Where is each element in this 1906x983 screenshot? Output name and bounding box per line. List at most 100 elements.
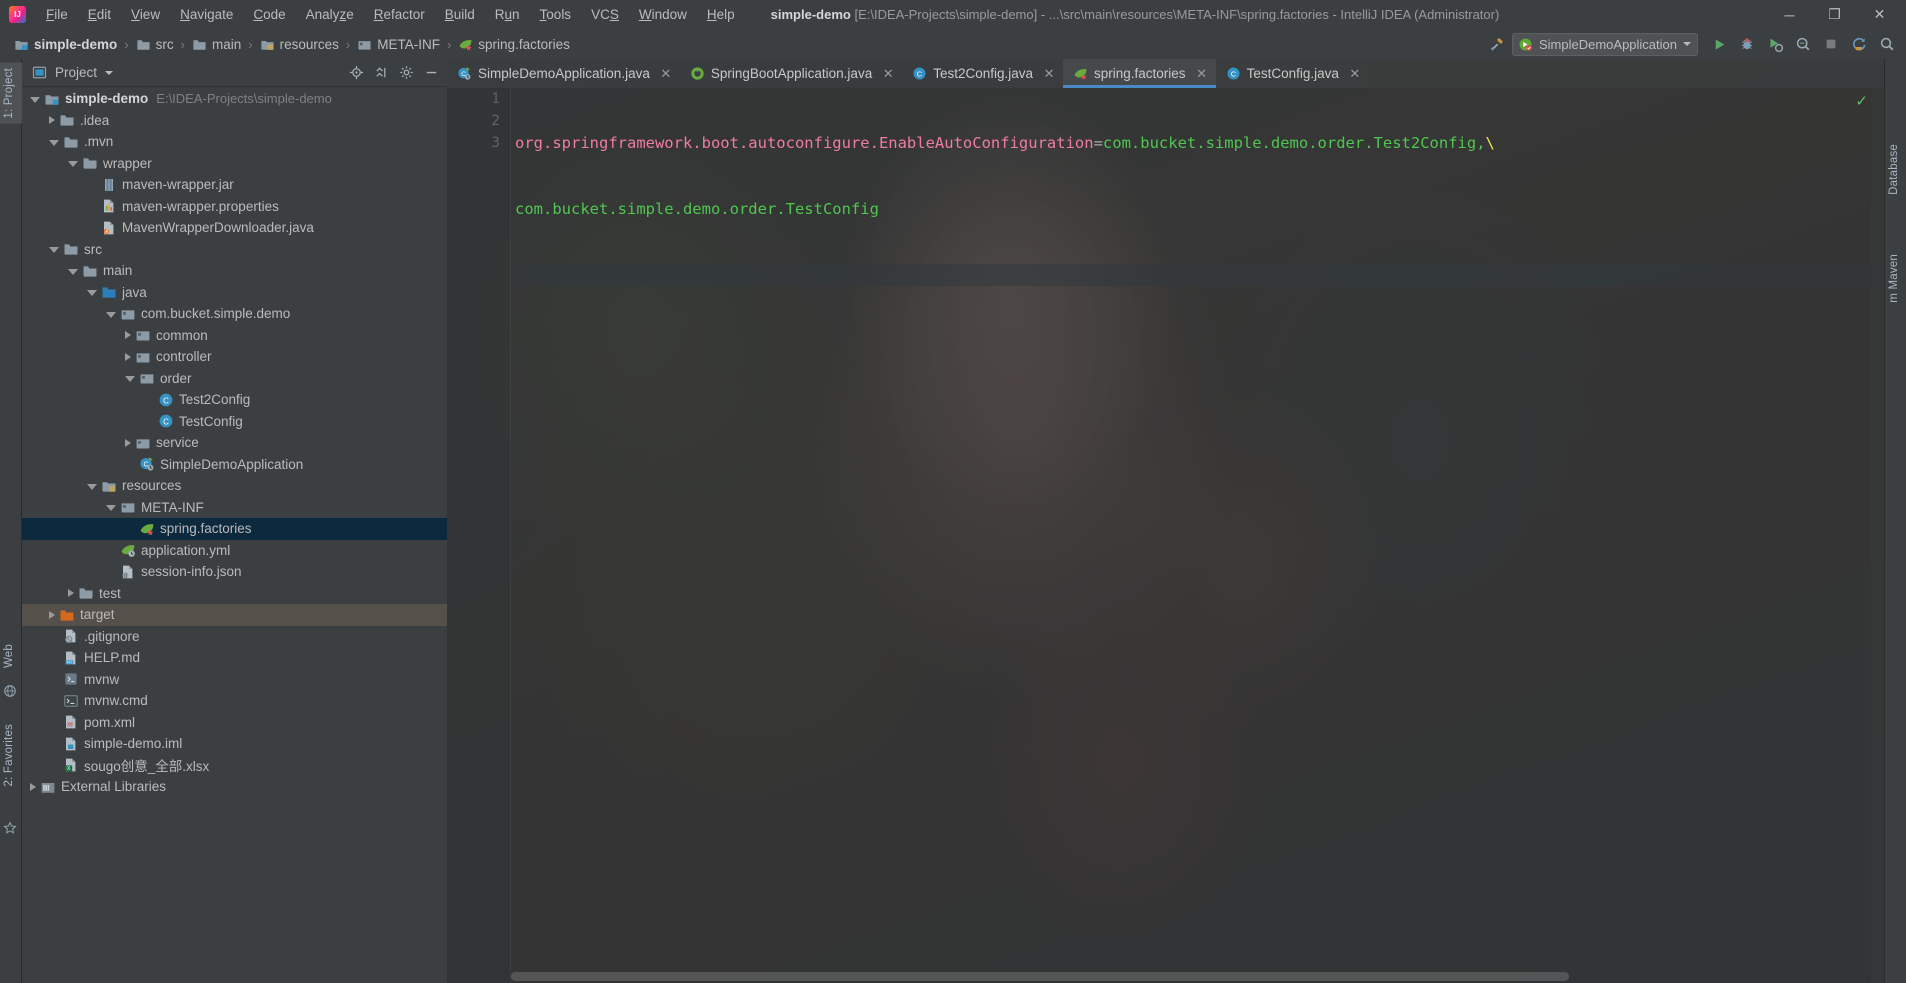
hide-panel-icon[interactable]: [420, 62, 442, 84]
tree-row-sougo------xlsx[interactable]: Xsougo创意_全部.xlsx: [22, 755, 447, 777]
chevron-down-icon[interactable]: [49, 247, 59, 254]
breadcrumb-item-meta-inf[interactable]: META-INF: [353, 35, 444, 54]
menu-item-code[interactable]: Code: [243, 3, 295, 26]
menu-item-edit[interactable]: Edit: [78, 3, 121, 26]
chevron-down-icon[interactable]: [87, 290, 97, 297]
tree-row-simple-demo[interactable]: simple-demo E:\IDEA-Projects\simple-demo: [22, 88, 447, 110]
editor-tab-test2config-java[interactable]: C Test2Config.java ✕: [902, 59, 1064, 88]
sidebar-tab-database[interactable]: Database: [1885, 139, 1906, 200]
editor-tab-springbootapplication-java[interactable]: SpringBootApplication.java ✕: [679, 59, 903, 88]
chevron-down-icon[interactable]: [125, 376, 135, 383]
editor-tab-testconfig-java[interactable]: C TestConfig.java ✕: [1215, 59, 1369, 88]
tree-row-test2config[interactable]: C Test2Config: [22, 389, 447, 411]
editor-code-content[interactable]: org.springframework.boot.autoconfigure.E…: [511, 88, 1884, 983]
menu-item-tools[interactable]: Tools: [530, 3, 582, 26]
tree-row-help-md[interactable]: Md HELP.md: [22, 647, 447, 669]
breadcrumb-item-simple-demo[interactable]: simple-demo: [10, 35, 121, 54]
locate-icon[interactable]: [345, 62, 367, 84]
tree-row--gitignore[interactable]: .gitignore: [22, 626, 447, 648]
profiler-icon[interactable]: [1790, 32, 1816, 56]
chevron-right-icon[interactable]: [49, 116, 55, 125]
minimize-button[interactable]: ─: [1767, 0, 1812, 29]
chevron-down-icon[interactable]: [68, 268, 78, 275]
tab-close-icon[interactable]: ✕: [660, 66, 672, 82]
tree-row-target[interactable]: target: [22, 604, 447, 626]
tab-close-icon[interactable]: ✕: [882, 66, 894, 82]
tree-row-maven-wrapper-jar[interactable]: maven-wrapper.jar: [22, 174, 447, 196]
editor-marker-strip[interactable]: [1871, 88, 1884, 983]
menu-item-window[interactable]: Window: [629, 3, 697, 26]
menu-item-navigate[interactable]: Navigate: [170, 3, 243, 26]
menu-item-view[interactable]: View: [121, 3, 170, 26]
tree-row-service[interactable]: service: [22, 432, 447, 454]
tree-row-session-info-json[interactable]: {} session-info.json: [22, 561, 447, 583]
chevron-right-icon[interactable]: [125, 438, 131, 447]
menu-item-run[interactable]: Run: [485, 3, 530, 26]
tab-close-icon[interactable]: ✕: [1196, 66, 1208, 82]
chevron-right-icon[interactable]: [30, 782, 36, 791]
sidebar-tab-favorites[interactable]: 2: Favorites: [0, 719, 22, 791]
close-button[interactable]: ✕: [1857, 0, 1902, 29]
tree-row-src[interactable]: src: [22, 239, 447, 261]
tree-row-pom-xml[interactable]: m pom.xml: [22, 712, 447, 734]
chevron-down-icon[interactable]: [106, 505, 116, 512]
editor-gutter[interactable]: 1 2 3: [447, 88, 511, 983]
chevron-down-icon[interactable]: [106, 311, 116, 318]
editor-horizontal-scrollbar[interactable]: [511, 972, 1868, 981]
tree-row-order[interactable]: order: [22, 368, 447, 390]
update-project-icon[interactable]: [1846, 32, 1872, 56]
code-editor[interactable]: 1 2 3 org.springframework.boot.autoconfi…: [447, 88, 1884, 983]
menu-item-refactor[interactable]: Refactor: [364, 3, 435, 26]
tree-row-mavenwrapperdownloader-java[interactable]: MavenWrapperDownloader.java: [22, 217, 447, 239]
inspection-status-icon[interactable]: ✓: [1855, 92, 1868, 110]
editor-tab-spring-factories[interactable]: spring.factories ✕: [1063, 59, 1216, 88]
chevron-down-icon[interactable]: [105, 70, 114, 75]
menu-item-help[interactable]: Help: [697, 3, 745, 26]
breadcrumb-item-main[interactable]: main: [188, 35, 245, 54]
chevron-right-icon[interactable]: [49, 610, 55, 619]
chevron-down-icon[interactable]: [68, 161, 78, 168]
run-configuration-selector[interactable]: SimpleDemoApplication: [1511, 32, 1698, 56]
tab-close-icon[interactable]: ✕: [1043, 66, 1055, 82]
chevron-down-icon[interactable]: [49, 139, 59, 146]
menu-item-vcs[interactable]: VCS: [581, 3, 629, 26]
tree-row-test[interactable]: test: [22, 583, 447, 605]
breadcrumb-item-spring-factories[interactable]: spring.factories: [454, 35, 574, 54]
tree-row--mvn[interactable]: .mvn: [22, 131, 447, 153]
scrollbar-thumb[interactable]: [511, 972, 1570, 981]
tab-close-icon[interactable]: ✕: [1349, 66, 1361, 82]
tree-row-main[interactable]: main: [22, 260, 447, 282]
tree-row-external-libraries[interactable]: External Libraries: [22, 776, 447, 798]
tree-row-resources[interactable]: resources: [22, 475, 447, 497]
search-everywhere-icon[interactable]: [1874, 32, 1900, 56]
tree-row-maven-wrapper-properties[interactable]: maven-wrapper.properties: [22, 196, 447, 218]
tree-row-controller[interactable]: controller: [22, 346, 447, 368]
hammer-icon[interactable]: [1484, 32, 1510, 56]
chevron-down-icon[interactable]: [30, 96, 40, 103]
sidebar-tab-maven[interactable]: m Maven: [1885, 249, 1906, 308]
menu-item-build[interactable]: Build: [435, 3, 485, 26]
tree-row-application-yml[interactable]: application.yml: [22, 540, 447, 562]
sidebar-tab-web[interactable]: Web: [0, 639, 22, 673]
tree-row-spring-factories[interactable]: spring.factories: [22, 518, 447, 540]
collapse-all-icon[interactable]: [370, 62, 392, 84]
stop-square-icon[interactable]: [1818, 32, 1844, 56]
chevron-right-icon[interactable]: [125, 331, 131, 340]
breadcrumb-item-resources[interactable]: resources: [256, 35, 343, 54]
debug-bug-icon[interactable]: [1734, 32, 1760, 56]
tree-row-com-bucket-simple-demo[interactable]: com.bucket.simple.demo: [22, 303, 447, 325]
editor-tab-simpledemoapplication-java[interactable]: C SimpleDemoApplication.java ✕: [447, 59, 680, 88]
project-file-tree[interactable]: simple-demo E:\IDEA-Projects\simple-demo.…: [22, 87, 447, 983]
tree-row-simple-demo-iml[interactable]: simple-demo.iml: [22, 733, 447, 755]
chevron-right-icon[interactable]: [125, 352, 131, 361]
run-play-icon[interactable]: [1706, 32, 1732, 56]
settings-gear-icon[interactable]: [395, 62, 417, 84]
breadcrumb-item-src[interactable]: src: [132, 35, 178, 54]
tree-row-mvnw-cmd[interactable]: mvnw.cmd: [22, 690, 447, 712]
chevron-right-icon[interactable]: [68, 589, 74, 598]
chevron-down-icon[interactable]: [1683, 42, 1691, 46]
menu-item-analyze[interactable]: Analyze: [296, 3, 364, 26]
tree-row-testconfig[interactable]: C TestConfig: [22, 411, 447, 433]
run-coverage-icon[interactable]: [1762, 32, 1788, 56]
sidebar-tab-project[interactable]: 1: Project: [0, 63, 22, 124]
